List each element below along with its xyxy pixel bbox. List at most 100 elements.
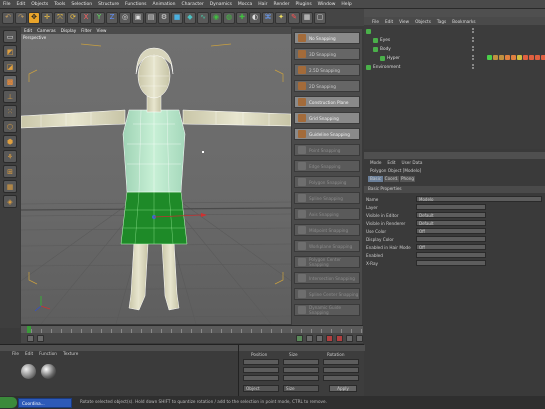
visibility-dots[interactable]	[470, 28, 476, 34]
menu-plugins[interactable]: Plugins	[293, 2, 315, 7]
render-region-icon[interactable]: ▤	[145, 11, 157, 24]
menu-window[interactable]: Window	[315, 2, 339, 7]
snap-item[interactable]: Axis Snapping	[294, 208, 360, 220]
menu-tools[interactable]: Tools	[51, 2, 68, 7]
polygons-mode-icon[interactable]: ⬢	[3, 135, 17, 148]
menu-character[interactable]: Character	[179, 2, 207, 7]
coord-x-position[interactable]	[243, 359, 279, 365]
visibility-dots[interactable]	[470, 37, 476, 43]
attribute-field[interactable]: Default	[416, 220, 486, 226]
go-to-start-icon[interactable]	[27, 334, 34, 342]
viewport-menu-cameras[interactable]: Cameras	[37, 28, 56, 33]
tag-icon[interactable]	[499, 55, 504, 60]
live-selection-icon[interactable]: ✥	[28, 11, 40, 24]
apply-button[interactable]: Apply	[329, 385, 357, 392]
snap-item[interactable]: No Snapping	[294, 32, 360, 44]
tag-icon[interactable]	[541, 55, 545, 60]
menu-mocca[interactable]: Mocca	[235, 2, 255, 7]
viewport-menu-filter[interactable]: Filter	[81, 28, 91, 33]
environment-icon[interactable]: ◐	[249, 11, 261, 24]
menu-edit[interactable]: Edit	[14, 2, 29, 7]
next-frame-icon[interactable]	[306, 334, 313, 342]
tag-icon[interactable]	[517, 55, 522, 60]
attribute-field[interactable]	[416, 260, 486, 266]
edges-mode-icon[interactable]: ⬡	[3, 120, 17, 133]
coord-y-position[interactable]	[243, 367, 279, 373]
render-view-icon[interactable]: ▣	[132, 11, 144, 24]
extra-tool-icon[interactable]: ▢	[314, 11, 326, 24]
keyframe-icon[interactable]	[346, 334, 353, 342]
attribute-field[interactable]	[416, 236, 486, 242]
material-menu-edit[interactable]: Edit	[25, 351, 33, 356]
snap-item[interactable]: 2.5D Snapping	[294, 64, 360, 76]
menu-structure[interactable]: Structure	[95, 2, 122, 7]
menu-objects[interactable]: Objects	[28, 2, 51, 7]
world-coordinates-icon[interactable]: ◎	[119, 11, 131, 24]
snap-settings-icon[interactable]: ⊞	[3, 165, 17, 178]
menu-selection[interactable]: Selection	[68, 2, 95, 7]
coord-p-rotation[interactable]	[323, 367, 359, 373]
visibility-dots[interactable]	[470, 64, 476, 70]
viewport-menu-edit[interactable]: Edit	[24, 28, 32, 33]
object-menu-objects[interactable]: Objects	[415, 19, 431, 24]
object-menu-view[interactable]: View	[399, 19, 409, 24]
coord-b-rotation[interactable]	[323, 375, 359, 381]
nurbs-icon[interactable]: ◆	[184, 11, 196, 24]
timeline-ruler[interactable]	[21, 325, 363, 333]
attributes-tab[interactable]: Coord.	[384, 176, 399, 182]
perspective-viewport[interactable]: Perspective	[21, 34, 291, 324]
axis-mode-icon[interactable]: ⊥	[3, 90, 17, 103]
light-icon[interactable]: ✦	[275, 11, 287, 24]
object-menu-edit[interactable]: Edit	[385, 19, 393, 24]
play-icon[interactable]	[296, 334, 303, 342]
snap-item[interactable]: 3D Snapping	[294, 48, 360, 60]
menu-hair[interactable]: Hair	[255, 2, 270, 7]
autokey-icon[interactable]	[336, 334, 343, 342]
snap-item[interactable]: Grid Snapping	[294, 112, 360, 124]
render-settings-icon[interactable]: ⚙	[158, 11, 170, 24]
coord-mode-dropdown[interactable]: Object	[243, 385, 279, 392]
viewport-menu-display[interactable]: Display	[61, 28, 76, 33]
y-axis-icon[interactable]: Y	[93, 11, 105, 24]
go-to-end-icon[interactable]	[316, 334, 323, 342]
attribute-field[interactable]: Off	[416, 228, 486, 234]
size-mode-dropdown[interactable]: Size	[283, 385, 319, 392]
snap-item[interactable]: 2D Snapping	[294, 80, 360, 92]
tweak-mode-icon[interactable]: ⚘	[3, 150, 17, 163]
solo-icon[interactable]: ◈	[3, 195, 17, 208]
array-icon[interactable]: ◉	[210, 11, 222, 24]
points-mode-icon[interactable]: ⁙	[3, 105, 17, 118]
menu-functions[interactable]: Functions	[122, 2, 150, 7]
coord-x-size[interactable]	[283, 359, 319, 365]
snap-item[interactable]: Intersection Snapping	[294, 272, 360, 284]
scale-tool-icon[interactable]: ⤧	[54, 11, 66, 24]
prev-frame-icon[interactable]	[37, 334, 44, 342]
tag-icon[interactable]	[523, 55, 528, 60]
snap-item[interactable]: Spline Snapping	[294, 192, 360, 204]
tag-icon[interactable]	[511, 55, 516, 60]
object-row[interactable]: Eyes	[373, 36, 390, 44]
viewport-menu-view[interactable]: View	[97, 28, 107, 33]
move-tool-icon[interactable]: ✛	[41, 11, 53, 24]
object-row[interactable]: Environment	[366, 63, 400, 71]
rotate-tool-icon[interactable]: ⟳	[67, 11, 79, 24]
cube-icon[interactable]: ■	[171, 11, 183, 24]
menu-dynamics[interactable]: Dynamics	[207, 2, 235, 7]
snap-item[interactable]: Point Snapping	[294, 144, 360, 156]
attributes-menu-item[interactable]: Edit	[387, 160, 395, 165]
material-swatch[interactable]	[21, 364, 36, 379]
coord-h-rotation[interactable]	[323, 359, 359, 365]
snap-item[interactable]: Polygon Snapping	[294, 176, 360, 188]
tag-icon[interactable]	[487, 55, 492, 60]
camera-icon[interactable]: ⌘	[262, 11, 274, 24]
menu-render[interactable]: Render	[271, 2, 293, 7]
snap-item[interactable]: Spline Center Snapping	[294, 288, 360, 300]
attribute-field[interactable]: Modelo	[416, 196, 542, 202]
object-row[interactable]: Hyper	[380, 54, 400, 62]
visibility-dots[interactable]	[470, 55, 476, 61]
texture-mode-icon[interactable]: ▩	[3, 75, 17, 88]
undo-icon[interactable]: ↶	[2, 11, 14, 24]
snap-item[interactable]: Polygon Center Snapping	[294, 256, 360, 268]
x-axis-icon[interactable]: X	[80, 11, 92, 24]
material-swatch[interactable]	[41, 364, 56, 379]
